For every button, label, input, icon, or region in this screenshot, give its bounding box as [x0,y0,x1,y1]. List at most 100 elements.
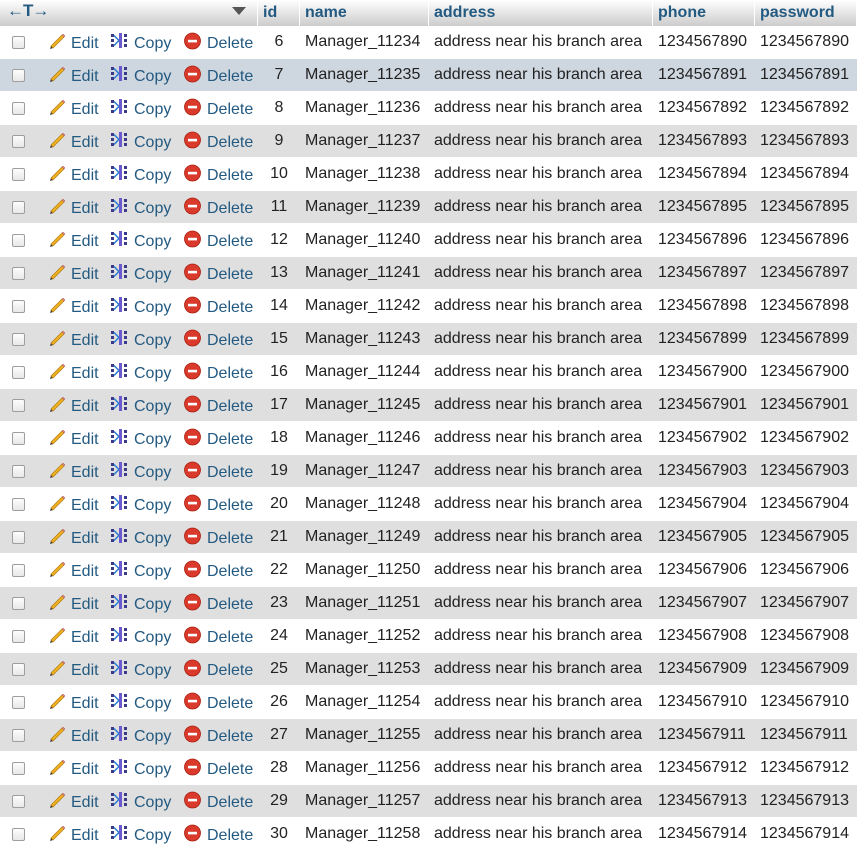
cell-phone[interactable]: 1234567898 [653,290,755,323]
delete-link[interactable]: Delete [183,32,253,57]
cell-phone[interactable]: 1234567897 [653,257,755,290]
edit-link[interactable]: Edit [47,132,99,156]
cell-address[interactable]: address near his branch area [429,356,653,389]
delete-link[interactable]: Delete [183,263,253,288]
delete-link[interactable]: Delete [183,197,253,222]
delete-link[interactable]: Delete [183,131,253,156]
cell-address[interactable]: address near his branch area [429,422,653,455]
delete-link[interactable]: Delete [183,164,253,189]
cell-address[interactable]: address near his branch area [429,587,653,620]
cell-address[interactable]: address near his branch area [429,389,653,422]
edit-link[interactable]: Edit [47,198,99,222]
cell-name[interactable]: Manager_11247 [300,455,429,488]
cell-name[interactable]: Manager_11234 [300,26,429,59]
copy-link[interactable]: Copy [110,231,171,255]
row-checkbox[interactable] [12,696,25,709]
copy-link[interactable]: Copy [110,528,171,552]
column-header-password[interactable]: password [755,0,857,26]
cell-address[interactable]: address near his branch area [429,191,653,224]
row-checkbox[interactable] [12,366,25,379]
delete-link[interactable]: Delete [183,461,253,486]
cell-id[interactable]: 30 [258,818,300,851]
cell-phone[interactable]: 1234567908 [653,620,755,653]
copy-link[interactable]: Copy [110,132,171,156]
cell-id[interactable]: 19 [258,455,300,488]
cell-id[interactable]: 13 [258,257,300,290]
cell-name[interactable]: Manager_11253 [300,653,429,686]
copy-link[interactable]: Copy [110,33,171,57]
cell-name[interactable]: Manager_11243 [300,323,429,356]
cell-name[interactable]: Manager_11235 [300,59,429,92]
cell-address[interactable]: address near his branch area [429,290,653,323]
copy-link[interactable]: Copy [110,198,171,222]
cell-address[interactable]: address near his branch area [429,719,653,752]
cell-phone[interactable]: 1234567907 [653,587,755,620]
cell-password[interactable]: 1234567896 [755,224,857,257]
cell-name[interactable]: Manager_11248 [300,488,429,521]
cell-address[interactable]: address near his branch area [429,521,653,554]
delete-link[interactable]: Delete [183,527,253,552]
row-checkbox[interactable] [12,828,25,841]
cell-name[interactable]: Manager_11257 [300,785,429,818]
cell-phone[interactable]: 1234567901 [653,389,755,422]
delete-link[interactable]: Delete [183,296,253,321]
copy-link[interactable]: Copy [110,429,171,453]
copy-link[interactable]: Copy [110,561,171,585]
cell-name[interactable]: Manager_11241 [300,257,429,290]
copy-link[interactable]: Copy [110,363,171,387]
copy-link[interactable]: Copy [110,792,171,816]
delete-link[interactable]: Delete [183,329,253,354]
cell-id[interactable]: 12 [258,224,300,257]
cell-address[interactable]: address near his branch area [429,554,653,587]
edit-link[interactable]: Edit [47,66,99,90]
delete-link[interactable]: Delete [183,494,253,519]
delete-link[interactable]: Delete [183,428,253,453]
dropdown-arrow-icon[interactable] [232,7,246,15]
edit-link[interactable]: Edit [47,231,99,255]
cell-password[interactable]: 1234567906 [755,554,857,587]
row-checkbox[interactable] [12,69,25,82]
cell-address[interactable]: address near his branch area [429,653,653,686]
cell-id[interactable]: 15 [258,323,300,356]
cell-phone[interactable]: 1234567900 [653,356,755,389]
delete-link[interactable]: Delete [183,65,253,90]
cell-password[interactable]: 1234567901 [755,389,857,422]
cell-password[interactable]: 1234567909 [755,653,857,686]
edit-link[interactable]: Edit [47,528,99,552]
cell-address[interactable]: address near his branch area [429,488,653,521]
edit-link[interactable]: Edit [47,759,99,783]
copy-link[interactable]: Copy [110,330,171,354]
cell-address[interactable]: address near his branch area [429,752,653,785]
copy-link[interactable]: Copy [110,264,171,288]
row-checkbox[interactable] [12,465,25,478]
cell-name[interactable]: Manager_11244 [300,356,429,389]
row-checkbox[interactable] [12,564,25,577]
cell-phone[interactable]: 1234567891 [653,59,755,92]
cell-address[interactable]: address near his branch area [429,92,653,125]
edit-link[interactable]: Edit [47,594,99,618]
cell-address[interactable]: address near his branch area [429,818,653,851]
copy-link[interactable]: Copy [110,462,171,486]
delete-link[interactable]: Delete [183,395,253,420]
edit-link[interactable]: Edit [47,627,99,651]
cell-password[interactable]: 1234567891 [755,59,857,92]
delete-link[interactable]: Delete [183,659,253,684]
cell-phone[interactable]: 1234567895 [653,191,755,224]
cell-id[interactable]: 9 [258,125,300,158]
row-checkbox[interactable] [12,234,25,247]
cell-password[interactable]: 1234567904 [755,488,857,521]
edit-link[interactable]: Edit [47,396,99,420]
delete-link[interactable]: Delete [183,593,253,618]
copy-link[interactable]: Copy [110,660,171,684]
cell-id[interactable]: 29 [258,785,300,818]
cell-phone[interactable]: 1234567909 [653,653,755,686]
cell-password[interactable]: 1234567890 [755,26,857,59]
cell-password[interactable]: 1234567900 [755,356,857,389]
cell-id[interactable]: 10 [258,158,300,191]
edit-link[interactable]: Edit [47,462,99,486]
cell-id[interactable]: 16 [258,356,300,389]
cell-address[interactable]: address near his branch area [429,26,653,59]
edit-link[interactable]: Edit [47,726,99,750]
cell-phone[interactable]: 1234567892 [653,92,755,125]
cell-name[interactable]: Manager_11249 [300,521,429,554]
